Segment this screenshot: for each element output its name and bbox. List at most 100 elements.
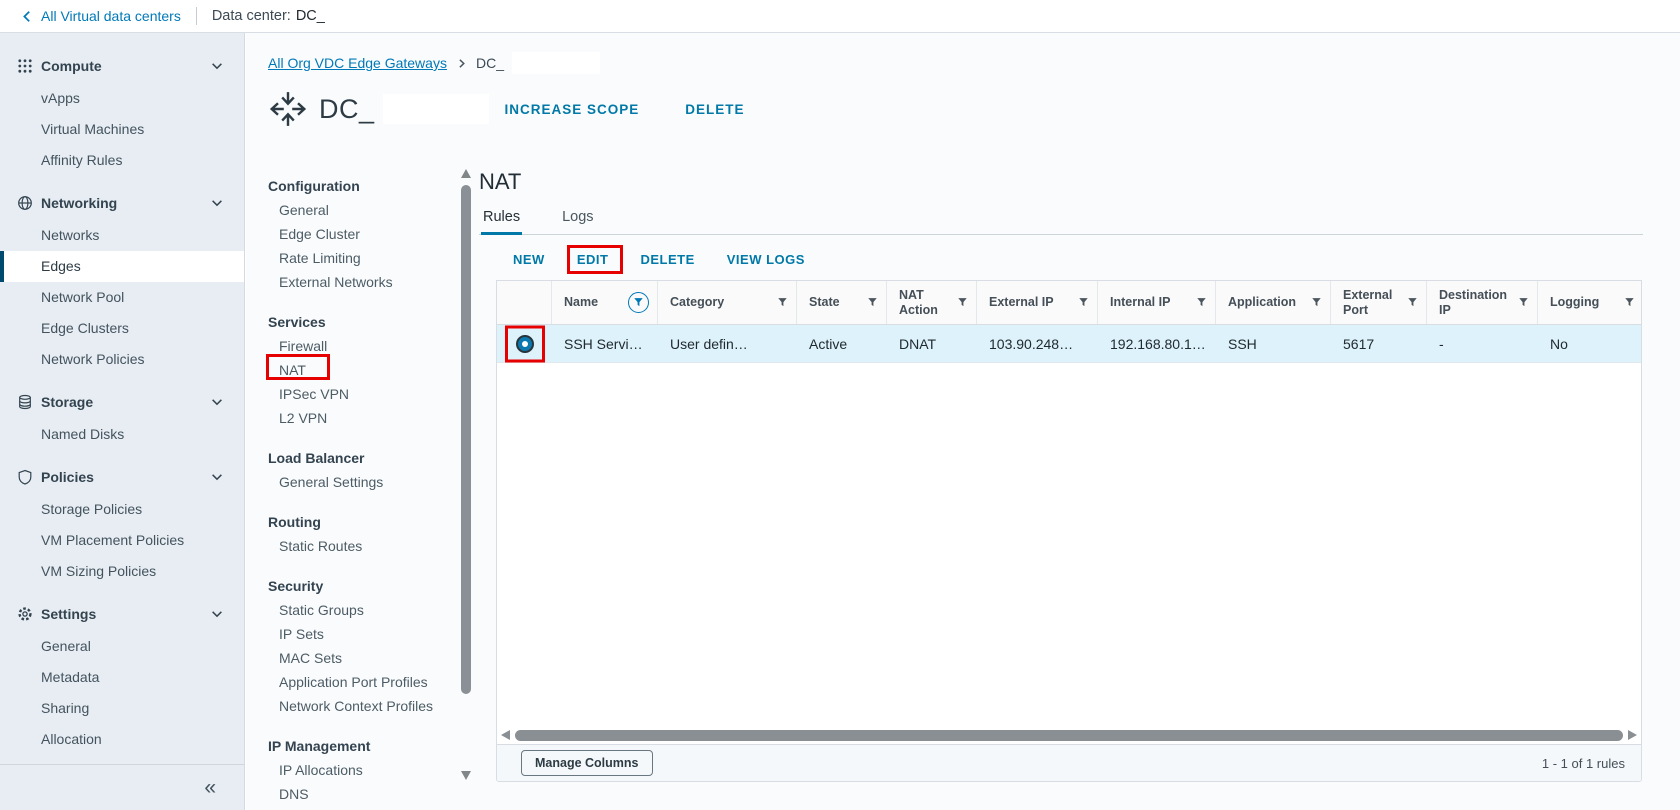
delete-button[interactable]: DELETE: [640, 252, 694, 267]
sidebar-section-label: Compute: [41, 58, 102, 74]
horizontal-scrollbar-thumb[interactable]: [515, 730, 1623, 741]
sidebar-item-sharing[interactable]: Sharing: [0, 693, 244, 724]
view-logs-button[interactable]: VIEW LOGS: [727, 252, 805, 267]
funnel-icon[interactable]: [1624, 297, 1635, 308]
subnav-item-mac-sets[interactable]: MAC Sets: [268, 646, 458, 670]
sidebar-item-metadata[interactable]: Metadata: [0, 662, 244, 693]
sidebar-collapse-button[interactable]: «: [0, 764, 244, 810]
funnel-icon[interactable]: [957, 297, 968, 308]
column-header-name[interactable]: Name: [552, 281, 658, 324]
funnel-icon[interactable]: [1407, 297, 1418, 308]
breadcrumb-link-edge-gateways[interactable]: All Org VDC Edge Gateways: [268, 55, 447, 71]
subnav-item-network-context-profiles[interactable]: Network Context Profiles: [268, 694, 458, 718]
subnav-item-external-networks[interactable]: External Networks: [268, 270, 458, 294]
sidebar-section-storage[interactable]: Storage: [0, 385, 244, 419]
funnel-icon[interactable]: [1311, 297, 1322, 308]
subnav-item-rate-limiting[interactable]: Rate Limiting: [268, 246, 458, 270]
scroll-up-arrow[interactable]: [461, 169, 471, 178]
gateway-header: DC_ INCREASE SCOPE DELETE: [268, 89, 745, 129]
subnav-item-nat[interactable]: NAT: [266, 354, 458, 382]
sidebar-item-named-disks[interactable]: Named Disks: [0, 419, 244, 450]
chevron-down-icon: [210, 470, 224, 484]
delete-gateway-button[interactable]: DELETE: [685, 102, 744, 117]
tab-logs[interactable]: Logs: [560, 205, 595, 235]
subnav-item-ip-allocations[interactable]: IP Allocations: [268, 758, 458, 782]
sidebar-item-edge-clusters[interactable]: Edge Clusters: [0, 313, 244, 344]
column-header-application[interactable]: Application: [1216, 281, 1331, 324]
column-header-external-ip[interactable]: External IP: [977, 281, 1098, 324]
column-header-nat-action[interactable]: NAT Action: [887, 281, 977, 324]
subnav-item-l2-vpn[interactable]: L2 VPN: [268, 406, 458, 430]
breadcrumb-current: DC_: [475, 55, 504, 71]
funnel-icon[interactable]: [1518, 297, 1529, 308]
subnav-item-static-routes[interactable]: Static Routes: [268, 534, 458, 558]
subnav-item-ipsec-vpn[interactable]: IPSec VPN: [268, 382, 458, 406]
sidebar-section-settings[interactable]: Settings: [0, 597, 244, 631]
nat-tabs: Rules Logs: [479, 205, 1643, 235]
subnav-item-application-port-profiles[interactable]: Application Port Profiles: [268, 670, 458, 694]
subnav-item-general[interactable]: General: [268, 198, 458, 222]
sidebar-item-edges[interactable]: Edges: [0, 251, 244, 282]
sidebar-section-label: Networking: [41, 195, 118, 211]
sidebar-item-vm-sizing-policies[interactable]: VM Sizing Policies: [0, 556, 244, 587]
sidebar-section-compute[interactable]: Compute: [0, 49, 244, 83]
column-header-logging[interactable]: Logging: [1538, 281, 1643, 324]
shield-icon: [17, 469, 33, 485]
subnav-item-ip-sets[interactable]: IP Sets: [268, 622, 458, 646]
funnel-icon[interactable]: [777, 297, 788, 308]
sidebar-item-allocation[interactable]: Allocation: [0, 724, 244, 755]
sidebar-item-general[interactable]: General: [0, 631, 244, 662]
column-header-category[interactable]: Category: [658, 281, 797, 324]
scroll-down-arrow[interactable]: [461, 771, 471, 780]
nat-rules-table: Name Category State NAT Action External …: [496, 280, 1642, 782]
subnav-item-firewall[interactable]: Firewall: [268, 334, 458, 358]
funnel-icon[interactable]: [1196, 297, 1207, 308]
vertical-scrollbar[interactable]: [458, 169, 474, 789]
cell-external-ip: 103.90.248…: [989, 335, 1074, 352]
sidebar-item-vapps[interactable]: vApps: [0, 83, 244, 114]
increase-scope-button[interactable]: INCREASE SCOPE: [505, 102, 640, 117]
sidebar-item-affinity-rules[interactable]: Affinity Rules: [0, 145, 244, 176]
row-select-cell: [497, 325, 552, 362]
cell-destination-ip: -: [1439, 335, 1444, 352]
vertical-scrollbar-thumb[interactable]: [461, 185, 471, 694]
tab-rules[interactable]: Rules: [481, 205, 523, 235]
sidebar-item-storage-policies[interactable]: Storage Policies: [0, 494, 244, 525]
subnav-item-static-groups[interactable]: Static Groups: [268, 598, 458, 622]
subnav-group-load-balancer: Load Balancer: [268, 450, 365, 466]
subnav-item-general-settings[interactable]: General Settings: [268, 470, 458, 494]
scroll-right-arrow[interactable]: [1628, 730, 1637, 740]
row-radio-selected[interactable]: [515, 334, 534, 353]
redacted-area: [511, 52, 600, 74]
back-link-label: All Virtual data centers: [41, 8, 181, 24]
back-to-virtual-data-centers-link[interactable]: All Virtual data centers: [20, 8, 181, 24]
horizontal-scrollbar[interactable]: [497, 727, 1641, 744]
sidebar-item-network-pool[interactable]: Network Pool: [0, 282, 244, 313]
table-footer: Manage Columns 1 - 1 of 1 rules: [497, 744, 1641, 781]
column-header-external-port[interactable]: External Port: [1331, 281, 1427, 324]
scroll-left-arrow[interactable]: [501, 730, 510, 740]
manage-columns-button[interactable]: Manage Columns: [521, 750, 653, 776]
sidebar-item-network-policies[interactable]: Network Policies: [0, 344, 244, 375]
column-header-destination-ip[interactable]: Destination IP: [1427, 281, 1538, 324]
sidebar-item-networks[interactable]: Networks: [0, 220, 244, 251]
sidebar-section-policies[interactable]: Policies: [0, 460, 244, 494]
column-header-internal-ip[interactable]: Internal IP: [1098, 281, 1216, 324]
subnav-item-dns[interactable]: DNS: [268, 782, 458, 806]
table-row[interactable]: SSH Servi… User defin… Active DNAT 103.9…: [497, 325, 1641, 363]
funnel-circled-icon[interactable]: [628, 292, 649, 313]
sidebar-section-label: Settings: [41, 606, 97, 622]
subnav-group-services: Services: [268, 314, 326, 330]
funnel-icon[interactable]: [1078, 297, 1089, 308]
table-header-row: Name Category State NAT Action External …: [497, 281, 1641, 325]
sidebar-section-label: Storage: [41, 394, 94, 410]
sidebar-section-networking[interactable]: Networking: [0, 186, 244, 220]
subnav-item-edge-cluster[interactable]: Edge Cluster: [268, 222, 458, 246]
new-button[interactable]: NEW: [513, 252, 545, 267]
sidebar-item-vm-placement-policies[interactable]: VM Placement Policies: [0, 525, 244, 556]
edit-button[interactable]: EDIT: [566, 245, 623, 274]
cell-internal-ip: 192.168.80.1…: [1110, 335, 1206, 352]
column-header-state[interactable]: State: [797, 281, 887, 324]
funnel-icon[interactable]: [867, 297, 878, 308]
sidebar-item-virtual-machines[interactable]: Virtual Machines: [0, 114, 244, 145]
